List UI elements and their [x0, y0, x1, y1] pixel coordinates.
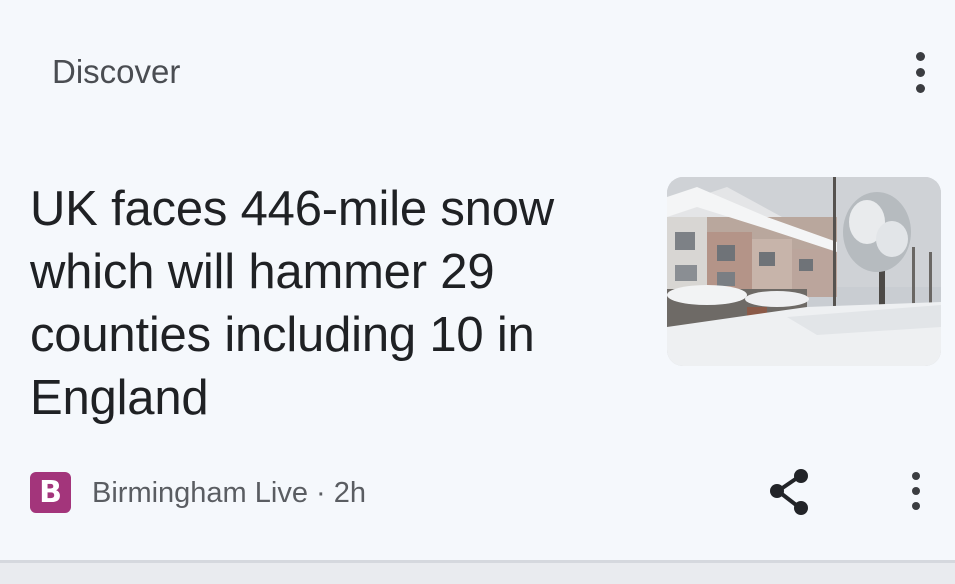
separator: ·: [316, 477, 326, 509]
dot: [912, 502, 920, 510]
article-age: 2h: [333, 477, 367, 509]
article-thumbnail[interactable]: [667, 177, 941, 366]
news-card[interactable]: Discover UK faces 446-mile snow which wi…: [0, 0, 955, 563]
article-source: Birmingham Live · 2h: [92, 476, 366, 510]
publisher-logo[interactable]: B: [30, 472, 71, 513]
article-headline[interactable]: UK faces 446-mile snow which will hammer…: [30, 178, 630, 430]
dot: [915, 51, 925, 61]
publisher-name[interactable]: Birmingham Live: [92, 477, 308, 509]
share-glyph: [770, 469, 808, 515]
dot: [912, 487, 920, 495]
dot: [915, 83, 925, 93]
more-options-icon[interactable]: [900, 46, 940, 98]
dot: [915, 67, 925, 77]
article-more-options-icon[interactable]: [896, 465, 936, 517]
dot: [912, 472, 920, 480]
share-icon[interactable]: [766, 466, 816, 518]
section-title: Discover: [52, 53, 181, 90]
snowy-street-image: [667, 177, 941, 366]
